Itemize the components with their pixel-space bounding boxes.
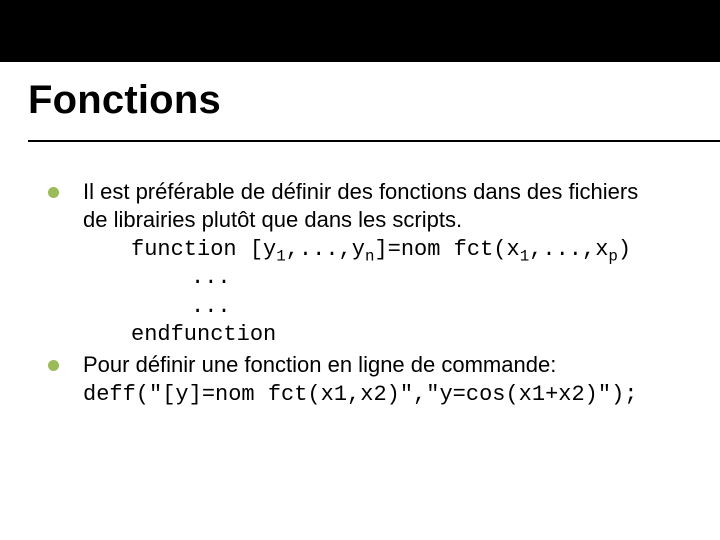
text-line: de librairies plutôt que dans les script… [83,207,462,232]
slide-top-bar [0,0,720,62]
text-line: Pour définir une fonction en ligne de co… [83,352,556,377]
code-token: ]=nom fct(x [374,237,519,262]
bullet-text: Il est préférable de définir des fonctio… [83,178,720,234]
bullet-icon [48,360,59,371]
code-subscript: 1 [520,248,530,266]
code-line: endfunction [131,321,720,349]
code-line: ... [191,264,720,292]
slide: Fonctions Il est préférable de définir d… [0,0,720,540]
slide-title: Fonctions [28,78,221,123]
code-token: [y [237,237,277,262]
code-subscript: 1 [276,248,286,266]
code-subscript: p [608,248,618,266]
code-line: deff("[y]=nom fct(x1,x2)","y=cos(x1+x2)"… [83,382,638,407]
title-underline [28,140,720,142]
bullet-item: Il est préférable de définir des fonctio… [48,178,720,234]
code-token: function [131,237,237,262]
bullet-text: Pour définir une fonction en ligne de co… [83,351,720,409]
code-line: function [y1,...,yn]=nom fct(x1,...,xp) [131,236,720,264]
code-token: ,...,x [529,237,608,262]
bullet-icon [48,187,59,198]
bullet-item: Pour définir une fonction en ligne de co… [48,351,720,409]
code-line: ... [191,293,720,321]
code-token: ,...,y [286,237,365,262]
code-token: ) [618,237,631,262]
text-line: Il est préférable de définir des fonctio… [83,179,638,204]
slide-body: Il est préférable de définir des fonctio… [48,178,720,411]
